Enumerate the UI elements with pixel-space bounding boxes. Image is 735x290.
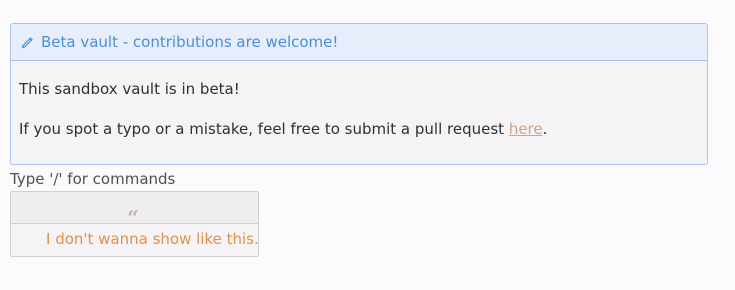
quote-header[interactable]: ” (11, 192, 258, 224)
quote-text[interactable]: I don't wanna show like this... (46, 230, 258, 248)
callout-text-contribute: If you spot a typo or a mistake, feel fr… (19, 120, 547, 138)
pull-request-link[interactable]: here (509, 120, 543, 138)
command-hint: Type '/' for commands (10, 170, 176, 188)
quote-block[interactable]: ” I don't wanna show like this... (10, 191, 259, 257)
callout-text-prefix: If you spot a typo or a mistake, feel fr… (19, 120, 509, 138)
callout-header[interactable]: Beta vault - contributions are welcome! (11, 24, 707, 61)
beta-callout: Beta vault - contributions are welcome! … (10, 23, 708, 165)
quote-icon: ” (130, 195, 139, 220)
callout-text-suffix: . (542, 120, 548, 138)
callout-text-beta: This sandbox vault is in beta! (19, 80, 240, 98)
pencil-icon (21, 35, 35, 49)
callout-title: Beta vault - contributions are welcome! (41, 33, 339, 51)
